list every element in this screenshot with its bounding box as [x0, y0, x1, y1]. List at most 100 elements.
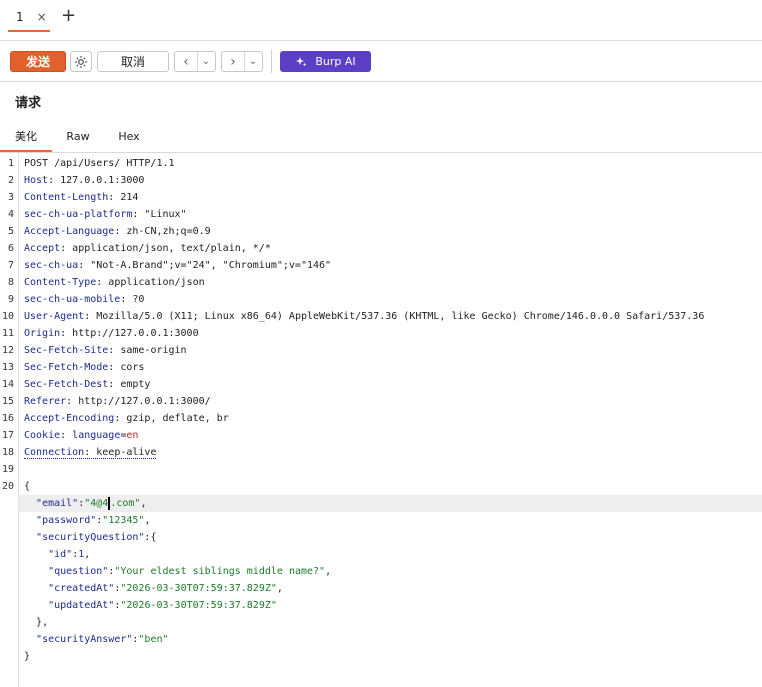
header-name: Content-Type	[24, 277, 97, 288]
cancel-button[interactable]: 取消	[97, 51, 169, 72]
header-line: Accept-Language: zh-CN,zh;q=0.9	[24, 226, 211, 237]
line-number: 17	[1, 430, 14, 441]
close-icon[interactable]: ×	[37, 10, 47, 24]
forward-button[interactable]: ›	[222, 52, 245, 71]
header-value: keep-alive	[96, 447, 157, 458]
line-number: 7	[7, 260, 14, 271]
header-name: Sec-Fetch-Mode	[24, 362, 109, 373]
json-value: "Your eldest siblings middle name?"	[114, 566, 326, 577]
line-number: 18	[1, 447, 14, 458]
header-value: http://127.0.0.1:3000	[72, 328, 199, 339]
header-line: Sec-Fetch-Site: same-origin	[24, 345, 187, 356]
header-value: zh-CN,zh;q=0.9	[126, 226, 211, 237]
line-number: 14	[1, 379, 14, 390]
json-value: "ben"	[138, 634, 169, 645]
line-number: 20	[1, 481, 14, 492]
line-number: 3	[7, 192, 14, 203]
header-name: Origin	[24, 328, 61, 339]
request-editor[interactable]: 1 2 3 4 5 6 7 8 9 10 11 12 13 14 15 16 1…	[0, 153, 762, 687]
tab-pretty[interactable]: 美化	[0, 122, 52, 152]
header-name: sec-ch-ua-mobile	[24, 294, 121, 305]
json-brace-close: }	[24, 651, 31, 662]
line-number: 19	[1, 464, 14, 475]
connection-line: Connection: keep-alive	[24, 447, 157, 459]
line-number: 12	[1, 345, 14, 356]
json-line-answer: "securityAnswer":"ben"	[36, 634, 169, 645]
json-line-created: "createdAt":"2026-03-30T07:59:37.829Z",	[48, 583, 283, 594]
header-line: Host: 127.0.0.1:3000	[24, 175, 145, 186]
burp-ai-button[interactable]: Burp AI	[280, 51, 371, 72]
add-tab-icon[interactable]: +	[61, 6, 76, 26]
line-number: 16	[1, 413, 14, 424]
header-name: Connection	[24, 447, 85, 458]
json-key: "id"	[48, 549, 73, 560]
tab-hex[interactable]: Hex	[112, 122, 146, 150]
request-tab[interactable]: 1 ×	[8, 4, 50, 32]
back-button[interactable]: ‹	[175, 52, 198, 71]
header-value: same-origin	[120, 345, 187, 356]
line-number: 5	[7, 226, 14, 237]
cookie-value: en	[126, 430, 139, 441]
cookie-key: language	[72, 430, 121, 441]
json-line-question: "question":"Your eldest siblings middle …	[48, 566, 332, 577]
line-number: 4	[7, 209, 14, 220]
panel-title: 请求	[15, 96, 42, 111]
toolbar: 发送 取消 ‹ ⌄ › ⌄ Burp AI	[0, 41, 762, 82]
json-value: 1	[78, 549, 85, 560]
header-value: gzip, deflate, br	[126, 413, 229, 424]
json-line-password: "password":"12345",	[36, 515, 151, 526]
header-name: Cookie	[24, 430, 61, 441]
header-name: Accept-Language	[24, 226, 115, 237]
header-line: sec-ch-ua-mobile: ?0	[24, 294, 145, 305]
header-name: User-Agent	[24, 311, 85, 322]
line-number-gutter: 1 2 3 4 5 6 7 8 9 10 11 12 13 14 15 16 1…	[0, 153, 19, 687]
header-line: Sec-Fetch-Dest: empty	[24, 379, 151, 390]
settings-button[interactable]	[70, 51, 92, 72]
back-nav-group: ‹ ⌄	[174, 51, 216, 72]
forward-history-dropdown[interactable]: ⌄	[245, 52, 261, 71]
header-value: 214	[120, 192, 139, 203]
json-key: "updatedAt"	[48, 600, 115, 611]
header-line: User-Agent: Mozilla/5.0 (X11; Linux x86_…	[24, 311, 705, 322]
json-line-security-question: "securityQuestion":{	[24, 529, 156, 546]
json-value: "2026-03-30T07:59:37.829Z"	[120, 583, 277, 594]
header-line: sec-ch-ua-platform: "Linux"	[24, 209, 187, 220]
json-key: "securityAnswer"	[36, 634, 133, 645]
gear-icon	[75, 55, 87, 68]
line-number: 6	[7, 243, 14, 254]
line-number: 1	[7, 158, 14, 169]
header-name: Host	[24, 175, 49, 186]
request-line: POST /api/Users/ HTTP/1.1	[24, 158, 175, 169]
json-key: "securityQuestion"	[36, 532, 145, 543]
header-line: Sec-Fetch-Mode: cors	[24, 362, 145, 373]
json-value: "2026-03-30T07:59:37.829Z"	[120, 600, 277, 611]
json-key: "password"	[36, 515, 97, 526]
chevron-right-icon: ›	[230, 53, 236, 70]
json-close: },	[36, 617, 49, 628]
header-value: ?0	[132, 294, 145, 305]
header-line: Origin: http://127.0.0.1:3000	[24, 328, 199, 339]
header-name: Accept-Encoding	[24, 413, 115, 424]
header-line: Referer: http://127.0.0.1:3000/	[24, 396, 211, 407]
json-brace-open: {	[24, 481, 31, 492]
tab-strip: 1 × +	[0, 0, 762, 41]
header-value: "Linux"	[144, 209, 187, 220]
json-line-updated: "updatedAt":"2026-03-30T07:59:37.829Z"	[48, 600, 277, 611]
line-number: 10	[1, 311, 14, 322]
json-key: "createdAt"	[48, 583, 115, 594]
line-number: 13	[1, 362, 14, 373]
sparkle-icon	[296, 56, 307, 66]
tab-raw[interactable]: Raw	[60, 122, 96, 150]
header-value: http://127.0.0.1:3000/	[78, 396, 211, 407]
send-button[interactable]: 发送	[10, 51, 66, 72]
header-value: application/json, text/plain, */*	[72, 243, 271, 254]
header-value: cors	[120, 362, 145, 373]
back-history-dropdown[interactable]: ⌄	[198, 52, 214, 71]
chevron-down-icon: ⌄	[201, 56, 211, 67]
json-value: "12345"	[102, 515, 145, 526]
toolbar-divider	[271, 50, 272, 73]
header-name: Referer	[24, 396, 67, 407]
header-value: Mozilla/5.0 (X11; Linux x86_64) AppleWeb…	[96, 311, 705, 322]
header-value: empty	[120, 379, 151, 390]
json-value: .com"	[110, 498, 141, 509]
